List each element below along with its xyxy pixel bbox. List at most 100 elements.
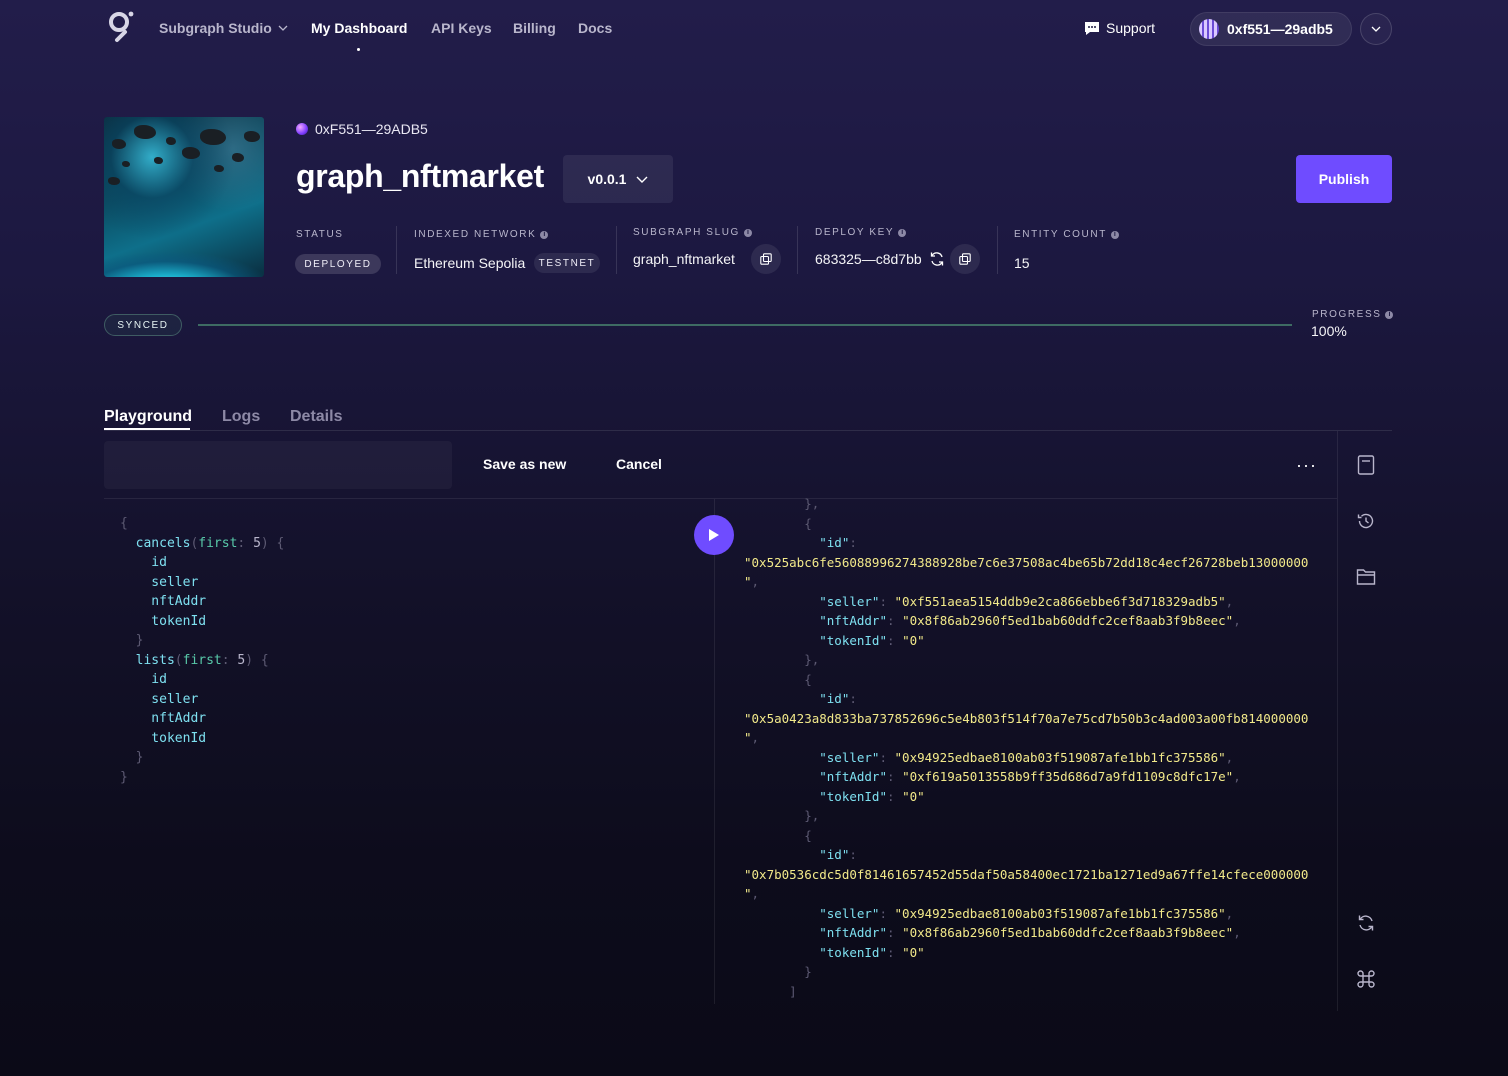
slug-label: SUBGRAPH SLUG i — [633, 227, 752, 238]
shortcuts-button[interactable] — [1355, 968, 1377, 990]
network-value: Ethereum Sepolia — [414, 255, 526, 271]
command-icon — [1357, 970, 1375, 988]
refetch-schema-button[interactable] — [1355, 912, 1377, 934]
graph-logo-icon[interactable] — [106, 11, 134, 43]
active-tab-indicator — [104, 428, 190, 430]
result-value-line: ", — [744, 574, 760, 589]
play-icon — [709, 529, 719, 541]
divider — [1337, 431, 1338, 1011]
result-field-line: "seller": "0x94925edbae8100ab03f519087af… — [744, 905, 1234, 921]
status-label: STATUS — [296, 229, 344, 240]
result-field-line: "tokenId": "0" — [744, 788, 925, 804]
progress-value: 100% — [1311, 323, 1347, 339]
version-select[interactable]: v0.0.1 — [563, 155, 673, 203]
tab-logs[interactable]: Logs — [222, 408, 260, 426]
result-value-line: ", — [744, 886, 760, 901]
publish-button[interactable]: Publish — [1296, 155, 1392, 203]
account-menu-button[interactable] — [1360, 13, 1392, 45]
nav-api-keys[interactable]: API Keys — [431, 20, 492, 36]
more-options-button[interactable]: ··· — [1296, 455, 1317, 476]
explorer-button[interactable] — [1355, 566, 1377, 588]
progress-label: PROGRESS i — [1312, 309, 1394, 320]
copy-icon — [959, 253, 971, 265]
cancel-button[interactable]: Cancel — [616, 456, 662, 472]
code-line: { — [120, 516, 128, 531]
refresh-key-button[interactable] — [929, 251, 945, 267]
divider — [797, 226, 798, 274]
run-query-button[interactable] — [694, 515, 734, 555]
result-field-line: "nftAddr": "0xf619a5013558b9ff35d686d7a9… — [744, 769, 1241, 784]
studio-menu[interactable]: Subgraph Studio — [159, 20, 288, 36]
copy-deploy-key-button[interactable] — [950, 244, 980, 274]
studio-menu-label: Subgraph Studio — [159, 20, 272, 36]
owner-avatar-icon — [296, 123, 308, 135]
version-label: v0.0.1 — [587, 171, 627, 187]
query-field-line: id — [120, 555, 167, 570]
code-line: } — [120, 750, 144, 765]
code-line: }, — [744, 808, 820, 823]
reload-icon — [1358, 915, 1374, 931]
docs-button[interactable] — [1355, 454, 1377, 476]
support-label: Support — [1106, 20, 1156, 36]
copy-slug-button[interactable] — [751, 244, 781, 274]
query-entity-line: cancels(first: 5) { — [120, 535, 285, 551]
result-field-line: "nftAddr": "0x8f86ab2960f5ed1bab60ddfc2c… — [744, 925, 1241, 940]
result-field-line: "tokenId": "0" — [744, 944, 925, 960]
query-name-input[interactable] — [104, 441, 452, 489]
nav-my-dashboard[interactable]: My Dashboard — [311, 20, 407, 36]
code-line: }, — [744, 496, 820, 511]
query-field-line: id — [120, 672, 167, 687]
save-as-new-button[interactable]: Save as new — [483, 456, 566, 472]
result-key-line: "id": — [744, 535, 857, 550]
info-icon[interactable]: i — [1110, 230, 1119, 239]
info-icon[interactable]: i — [1385, 310, 1394, 319]
tab-details[interactable]: Details — [290, 408, 342, 426]
subgraph-image — [104, 117, 264, 277]
info-icon[interactable]: i — [898, 228, 907, 237]
nav-billing[interactable]: Billing — [513, 20, 556, 36]
sync-status-badge: SYNCED — [104, 314, 182, 336]
refresh-icon — [930, 252, 944, 266]
query-field-line: nftAddr — [120, 594, 207, 609]
result-value-line: "0x525abc6fe56088996274388928be7c6e37508… — [744, 554, 1309, 570]
code-line: ] — [744, 983, 797, 999]
testnet-badge: TESTNET — [534, 253, 600, 273]
tab-playground[interactable]: Playground — [104, 408, 192, 426]
code-line: } — [120, 769, 128, 785]
network-label: INDEXED NETWORK i — [414, 229, 549, 240]
divider — [714, 499, 715, 1004]
code-line: { — [744, 827, 812, 843]
query-field-line: tokenId — [120, 730, 207, 746]
result-field-line: "seller": "0xf551aea5154ddb9e2ca866ebbe6… — [744, 593, 1234, 609]
page-title: graph_nftmarket — [296, 158, 545, 194]
nav-docs[interactable]: Docs — [578, 20, 612, 36]
info-icon[interactable]: i — [540, 230, 549, 239]
top-nav: Subgraph Studio My Dashboard API Keys Bi… — [0, 0, 1508, 58]
info-icon[interactable]: i — [743, 228, 752, 237]
chevron-down-icon — [636, 176, 648, 183]
owner-address-text: 0xF551—29ADB5 — [315, 121, 428, 137]
divider — [616, 226, 617, 274]
query-editor[interactable]: { cancels(first: 5) { id seller nftAddr … — [120, 514, 284, 787]
code-line: } — [744, 1001, 1334, 1004]
history-button[interactable] — [1355, 510, 1377, 532]
support-link[interactable]: Support — [1084, 20, 1155, 36]
progress-bar — [198, 324, 1292, 326]
chevron-down-icon — [278, 25, 288, 31]
chat-icon — [1085, 21, 1099, 35]
code-line: }, — [744, 652, 820, 667]
result-viewer[interactable]: }, { "id": "0x525abc6fe56088996274388928b… — [744, 494, 1334, 1004]
result-key-line: "id": — [744, 847, 857, 862]
history-icon — [1357, 513, 1374, 529]
wallet-avatar — [1199, 19, 1219, 39]
owner-address: 0xF551—29ADB5 — [296, 121, 428, 137]
tabs-border — [104, 430, 1392, 431]
folder-icon — [1356, 569, 1376, 585]
wallet-button[interactable]: 0xf551—29adb5 — [1190, 12, 1352, 46]
result-field-line: "nftAddr": "0x8f86ab2960f5ed1bab60ddfc2c… — [744, 613, 1241, 628]
divider — [396, 226, 397, 274]
result-field-line: "seller": "0x94925edbae8100ab03f519087af… — [744, 749, 1234, 765]
code-line: } — [120, 633, 144, 648]
deploy-key-value: 683325—c8d7bb — [815, 251, 922, 267]
query-field-line: tokenId — [120, 613, 207, 629]
